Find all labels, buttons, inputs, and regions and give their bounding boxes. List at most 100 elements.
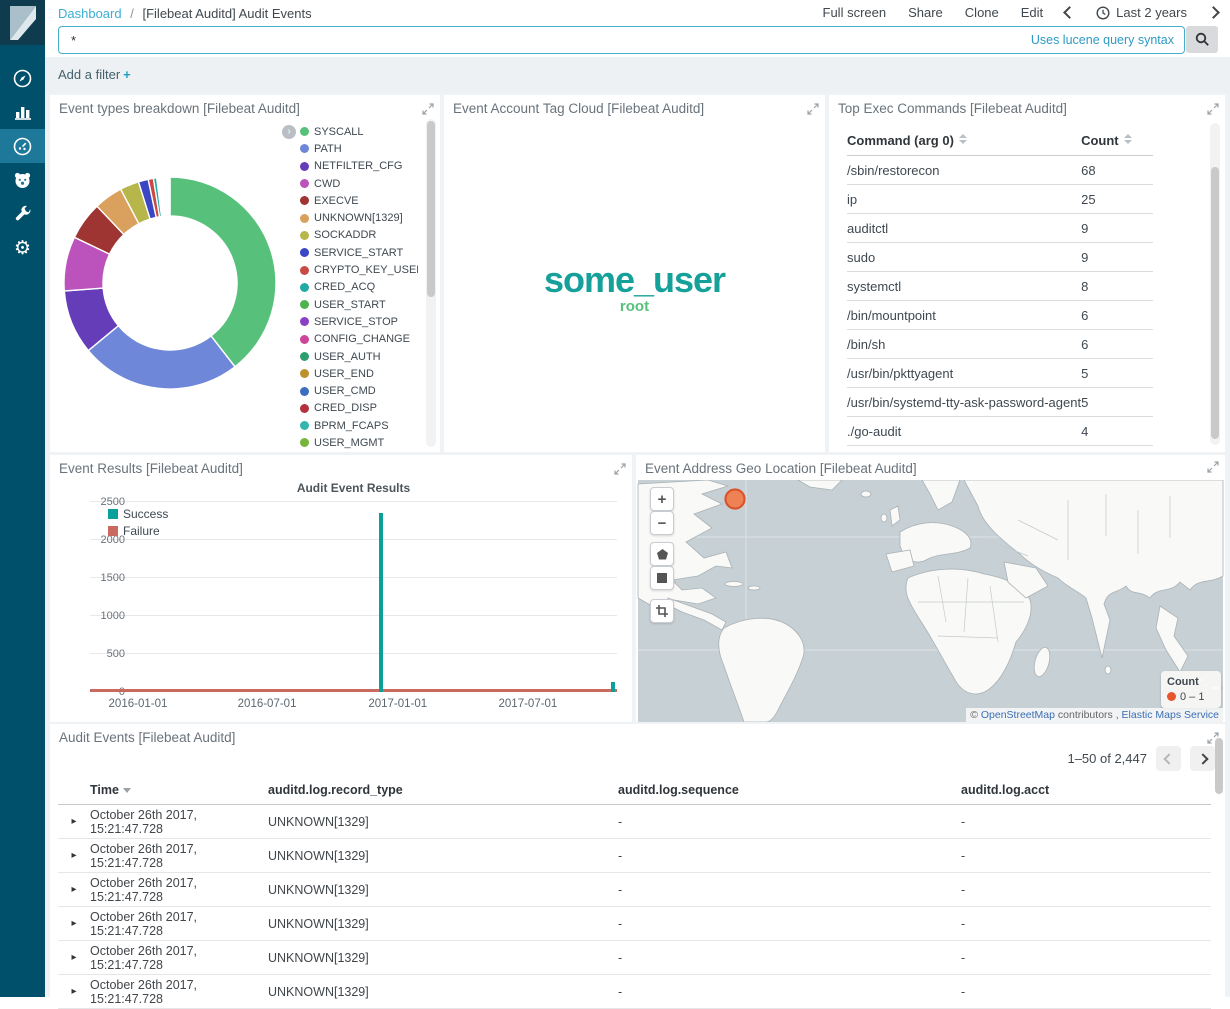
legend-toggle-icon[interactable]: › [282,125,296,139]
failure-series-line[interactable] [90,689,617,693]
chart-legend-item-Failure[interactable]: Failure [108,522,168,539]
column-header-count[interactable]: Count [1081,127,1153,156]
legend-item-CRED_ACQ[interactable]: CRED_ACQ [300,279,418,296]
column-header-record-type[interactable]: auditd.log.record_type [268,783,618,797]
openstreetmap-link[interactable]: OpenStreetMap [981,709,1055,721]
legend-item-BPRM_FCAPS[interactable]: BPRM_FCAPS [300,417,418,434]
expand-panel-icon[interactable] [807,103,819,115]
legend-item-PATH[interactable]: PATH [300,140,418,157]
legend-item-NETFILTER_CFG[interactable]: NETFILTER_CFG [300,158,418,175]
time-back-icon[interactable] [1063,6,1076,19]
column-header-command[interactable]: Command (arg 0) [847,127,1081,156]
success-series-bar[interactable] [379,513,383,692]
legend-item-UNKNOWN[1329][interactable]: UNKNOWN[1329] [300,209,418,226]
legend-item-USER_END[interactable]: USER_END [300,365,418,382]
column-header-sequence[interactable]: auditd.log.sequence [618,783,961,797]
map-zoom-out-button[interactable]: − [650,511,674,535]
legend-item-CRYPTO_KEY_USER[interactable]: CRYPTO_KEY_USER [300,261,418,278]
legend-item-CWD[interactable]: CWD [300,175,418,192]
expand-row-icon[interactable]: ▸ [58,952,90,963]
exec-table-row[interactable]: /usr/bin/pkttyagent5 [847,359,1153,388]
sidebar-item-management[interactable]: ⚙ [0,231,45,265]
expand-row-icon[interactable]: ▸ [58,986,90,997]
time-forward-icon[interactable] [1207,6,1220,19]
expand-row-icon[interactable]: ▸ [58,884,90,895]
expand-row-icon[interactable]: ▸ [58,850,90,861]
panel-title[interactable]: Event Results [Filebeat Auditd] [59,461,243,476]
exec-table-row[interactable]: ip25 [847,185,1153,214]
exec-table-row[interactable]: systemctl8 [847,272,1153,301]
legend-item-USER_MGMT[interactable]: USER_MGMT [300,434,418,449]
add-filter-button[interactable]: Add a filter+ [58,67,131,82]
geo-marker[interactable] [726,490,745,509]
panel-title[interactable]: Top Exec Commands [Filebeat Auditd] [838,101,1067,116]
sidebar-item-visualize[interactable] [0,95,45,129]
elastic-maps-service-link[interactable]: Elastic Maps Service [1122,709,1219,721]
column-header-time[interactable]: Time [90,783,268,797]
legend-item-USER_AUTH[interactable]: USER_AUTH [300,348,418,365]
exec-table-row[interactable]: ./go-audit4 [847,417,1153,446]
expand-row-icon[interactable]: ▸ [58,816,90,827]
expand-panel-icon[interactable] [614,463,626,475]
expand-row-icon[interactable]: ▸ [58,918,90,929]
map-zoom-in-button[interactable]: + [650,487,674,511]
kibana-logo[interactable] [0,0,45,45]
query-input[interactable] [59,33,1031,48]
previous-page-button[interactable] [1156,746,1181,771]
map-draw-polygon-button[interactable] [650,542,674,566]
next-page-button[interactable] [1190,746,1215,771]
sidebar-item-dev-tools[interactable] [0,197,45,231]
expand-panel-icon[interactable] [1207,103,1219,115]
legend-scrollbar-thumb[interactable] [427,121,435,297]
legend-item-USER_START[interactable]: USER_START [300,296,418,313]
sidebar-item-discover[interactable] [0,61,45,95]
column-header-acct[interactable]: auditd.log.acct [961,783,1211,797]
audit-table-row[interactable]: ▸October 26th 2017, 15:21:47.728UNKNOWN[… [58,839,1211,873]
donut-slice-CRYPTO_SESSION[interactable] [169,177,170,216]
panel-title[interactable]: Audit Events [Filebeat Auditd] [59,730,235,745]
audit-table-row[interactable]: ▸October 26th 2017, 15:21:47.728UNKNOWN[… [58,805,1211,839]
audit-table-row[interactable]: ▸October 26th 2017, 15:21:47.728UNKNOWN[… [58,873,1211,907]
event-types-donut-chart[interactable] [58,171,282,395]
exec-table-row[interactable]: sudo9 [847,243,1153,272]
expand-panel-icon[interactable] [422,103,434,115]
legend-item-SYSCALL[interactable]: SYSCALL [300,123,418,140]
tag-cloud-term[interactable]: root [444,298,825,315]
donut-slice-SYSCALL[interactable] [170,177,276,367]
time-picker[interactable]: Last 2 years [1096,5,1187,20]
geo-map[interactable]: + − Count 0 – 1 © OpenStreetMap contribu… [636,480,1225,722]
legend-item-SERVICE_STOP[interactable]: SERVICE_STOP [300,313,418,330]
legend-item-USER_CMD[interactable]: USER_CMD [300,382,418,399]
lucene-syntax-link[interactable]: Uses lucene query syntax [1031,33,1184,47]
map-fit-bounds-button[interactable] [650,599,674,623]
nav-link-full-screen[interactable]: Full screen [823,5,887,20]
audit-table-row[interactable]: ▸October 26th 2017, 15:21:47.728UNKNOWN[… [58,907,1211,941]
legend-item-SERVICE_START[interactable]: SERVICE_START [300,244,418,261]
success-series-bar[interactable] [611,682,615,692]
exec-table-row[interactable]: /bin/sh6 [847,330,1153,359]
nav-link-clone[interactable]: Clone [965,5,999,20]
panel-title[interactable]: Event types breakdown [Filebeat Auditd] [59,101,300,116]
nav-link-edit[interactable]: Edit [1021,5,1043,20]
exec-table-row[interactable]: /usr/bin/systemd-tty-ask-password-agent5 [847,388,1153,417]
audit-table-row[interactable]: ▸October 26th 2017, 15:21:47.728UNKNOWN[… [58,975,1211,1009]
expand-panel-icon[interactable] [1207,461,1219,473]
sidebar-item-timelion[interactable] [0,163,45,197]
exec-table-row[interactable]: auditctl9 [847,214,1153,243]
chart-legend-item-Success[interactable]: Success [108,505,168,522]
breadcrumb-dashboard-link[interactable]: Dashboard [58,6,122,21]
audit-table-row[interactable]: ▸October 26th 2017, 15:21:47.728UNKNOWN[… [58,941,1211,975]
panel-title[interactable]: Event Address Geo Location [Filebeat Aud… [645,461,917,476]
exec-table-row[interactable]: /bin/mountpoint6 [847,301,1153,330]
legend-item-CRED_DISP[interactable]: CRED_DISP [300,400,418,417]
legend-item-SOCKADDR[interactable]: SOCKADDR [300,227,418,244]
audit-scrollbar-thumb[interactable] [1215,738,1223,794]
map-draw-rectangle-button[interactable] [650,566,674,590]
sidebar-item-dashboard[interactable] [0,129,45,163]
legend-item-EXECVE[interactable]: EXECVE [300,192,418,209]
tag-cloud-term[interactable]: some_user [444,259,825,301]
exec-table-row[interactable]: /sbin/restorecon68 [847,156,1153,185]
audit-event-results-chart[interactable]: 050010001500200025002016-01-012016-07-01… [90,502,617,692]
nav-link-share[interactable]: Share [908,5,943,20]
panel-title[interactable]: Event Account Tag Cloud [Filebeat Auditd… [453,101,704,116]
